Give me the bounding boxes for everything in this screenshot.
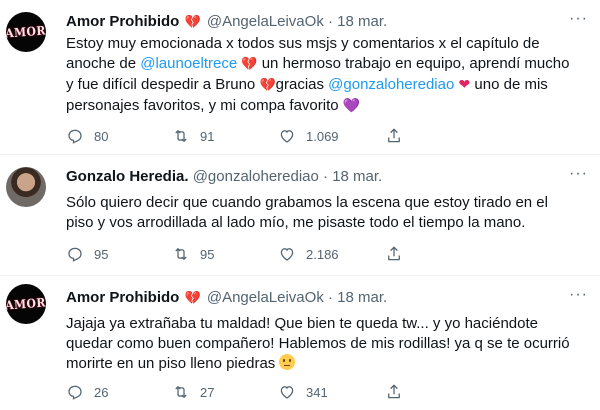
like-button[interactable]: 341: [278, 382, 328, 402]
tweet-header: Amor Prohibido 💔 @AngelaLeivaOk · 18 mar…: [66, 12, 387, 32]
retweet-button[interactable]: 91: [172, 126, 214, 146]
tweet-text: Jajaja ya extrañaba tu maldad! Que bien …: [66, 314, 586, 374]
broken-heart-icon: 💔: [184, 14, 201, 29]
retweet-button[interactable]: 27: [172, 382, 214, 402]
retweet-count: 27: [200, 384, 215, 400]
text-segment: y fue difícil despedir a Bruno: [66, 76, 260, 93]
text-segment: anoche de: [66, 55, 141, 72]
more-icon[interactable]: ···: [569, 10, 588, 28]
reply-count: 80: [94, 128, 109, 144]
like-icon: [280, 386, 294, 399]
tweet-date[interactable]: 18 mar.: [337, 289, 387, 306]
broken-heart-emoji: 💔: [241, 56, 258, 71]
share-icon: [388, 246, 400, 261]
broken-heart-icon: 💔: [184, 290, 201, 305]
reply-button[interactable]: 80: [66, 126, 108, 146]
purple-heart-emoji: 💜: [342, 97, 361, 113]
reply-button[interactable]: 26: [66, 382, 108, 402]
like-icon: [280, 130, 294, 143]
separator: ·: [328, 289, 333, 306]
tweet-text: Estoy muy emocionada x todos sus msjs y …: [66, 34, 586, 116]
text-line: anoche de @launoeltrece 💔 un hermoso tra…: [66, 54, 586, 74]
avatar[interactable]: AMOR: [6, 12, 46, 52]
tweet-text: Sólo quiero decir que cuando grabamos la…: [66, 193, 586, 233]
neutral-face-emoji: [279, 354, 296, 370]
tweet-date[interactable]: 18 mar.: [332, 168, 382, 185]
share-button[interactable]: [385, 244, 403, 264]
red-heart-emoji: ❤: [458, 76, 471, 92]
more-icon[interactable]: ···: [569, 165, 588, 183]
retweet-icon: [175, 386, 187, 398]
text-line: piso y vos arrodillada al lado mío, me p…: [66, 214, 526, 231]
avatar-logo: AMOR: [6, 295, 46, 313]
broken-heart-emoji: 💔: [259, 77, 276, 92]
reply-icon: [68, 247, 82, 262]
author-name[interactable]: Amor Prohibido: [66, 289, 179, 306]
share-icon: [388, 384, 400, 399]
retweet-count: 95: [200, 246, 215, 262]
avatar[interactable]: [6, 167, 46, 207]
text-line: Sólo quiero decir que cuando grabamos la…: [66, 194, 548, 211]
author-name[interactable]: Amor Prohibido: [66, 13, 179, 30]
text-line: Jajaja ya extrañaba tu maldad! Que bien …: [66, 315, 538, 332]
mention-link[interactable]: @launoeltrece: [140, 55, 237, 72]
reply-count: 26: [94, 384, 109, 400]
text-segment: morirte en un piso lleno piedras: [66, 355, 280, 372]
author-handle[interactable]: @AngelaLeivaOk: [207, 13, 324, 30]
text-segment: personajes favoritos, y mi compa favorit…: [66, 97, 343, 114]
avatar-logo: AMOR: [6, 23, 46, 41]
text-line: Estoy muy emocionada x todos sus msjs y …: [66, 35, 540, 52]
reply-icon: [68, 129, 82, 144]
text-segment: gracias: [275, 76, 329, 93]
tweet-3[interactable]: AMOR Amor Prohibido 💔 @AngelaLeivaOk · 1…: [0, 276, 600, 410]
like-count: 2.186: [306, 246, 339, 262]
more-icon[interactable]: ···: [569, 286, 588, 304]
avatar[interactable]: AMOR: [6, 284, 46, 324]
reply-count: 95: [94, 246, 109, 262]
tweet-2[interactable]: Gonzalo Heredia. @gonzaloherediao · 18 m…: [0, 155, 600, 275]
text-line: morirte en un piso lleno piedras: [66, 354, 586, 374]
text-segment: uno de mis: [470, 76, 548, 93]
tweet-header: Amor Prohibido 💔 @AngelaLeivaOk · 18 mar…: [66, 288, 387, 308]
text-line: y fue difícil despedir a Bruno 💔gracias …: [66, 74, 586, 95]
share-icon: [388, 128, 400, 143]
tweet-actions: 95 95 2.186: [66, 244, 486, 264]
tweet-1[interactable]: AMOR Amor Prohibido 💔 @AngelaLeivaOk · 1…: [0, 0, 600, 150]
tweet-actions: 26 27 341: [66, 382, 486, 402]
author-handle[interactable]: @gonzaloherediao: [193, 168, 319, 185]
like-count: 341: [306, 384, 328, 400]
retweet-icon: [175, 130, 187, 142]
text-line: personajes favoritos, y mi compa favorit…: [66, 95, 586, 116]
like-button[interactable]: 2.186: [278, 244, 339, 264]
tweet-actions: 80 91 1.069: [66, 126, 486, 146]
reply-button[interactable]: 95: [66, 244, 108, 264]
retweet-count: 91: [200, 128, 215, 144]
share-button[interactable]: [385, 382, 403, 402]
like-icon: [280, 248, 294, 261]
text-segment: un hermoso trabajo en equipo, aprendí mu…: [257, 55, 570, 72]
author-name[interactable]: Gonzalo Heredia.: [66, 168, 189, 185]
text-line: quedar como buen compañero! Hablemos de …: [66, 335, 570, 352]
separator: ·: [328, 13, 333, 30]
like-count: 1.069: [306, 128, 339, 144]
tweet-header: Gonzalo Heredia. @gonzaloherediao · 18 m…: [66, 167, 382, 187]
reply-icon: [68, 385, 82, 400]
author-handle[interactable]: @AngelaLeivaOk: [207, 289, 324, 306]
separator: ·: [323, 168, 329, 185]
mention-link[interactable]: @gonzaloherediao: [328, 76, 454, 93]
retweet-icon: [175, 248, 187, 260]
tweet-date[interactable]: 18 mar.: [337, 13, 387, 30]
retweet-button[interactable]: 95: [172, 244, 214, 264]
like-button[interactable]: 1.069: [278, 126, 339, 146]
share-button[interactable]: [385, 126, 403, 146]
